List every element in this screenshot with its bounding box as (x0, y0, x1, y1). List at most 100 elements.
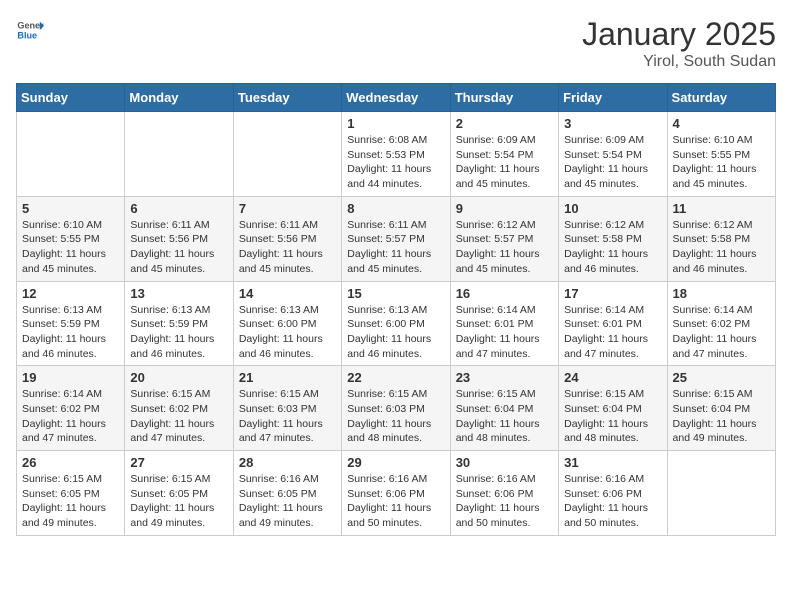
day-number: 15 (347, 286, 444, 301)
day-info: Sunrise: 6:08 AM Sunset: 5:53 PM Dayligh… (347, 133, 444, 192)
day-info: Sunrise: 6:11 AM Sunset: 5:57 PM Dayligh… (347, 218, 444, 277)
calendar-cell: 24Sunrise: 6:15 AM Sunset: 6:04 PM Dayli… (559, 366, 667, 451)
day-info: Sunrise: 6:11 AM Sunset: 5:56 PM Dayligh… (130, 218, 227, 277)
day-number: 8 (347, 201, 444, 216)
day-number: 22 (347, 370, 444, 385)
day-info: Sunrise: 6:15 AM Sunset: 6:04 PM Dayligh… (564, 387, 661, 446)
calendar-cell (667, 451, 775, 536)
day-number: 30 (456, 455, 553, 470)
day-number: 11 (673, 201, 770, 216)
day-number: 3 (564, 116, 661, 131)
calendar-cell: 30 Sunrise: 6:16 AM Sunset: 6:06 PM Dayli… (450, 451, 558, 536)
calendar-cell: 23Sunrise: 6:15 AM Sunset: 6:04 PM Dayli… (450, 366, 558, 451)
day-info: Sunrise: 6:16 AM Sunset: 6:06 PM Dayligh… (564, 472, 661, 531)
weekday-header-wednesday: Wednesday (342, 84, 450, 112)
day-number: 12 (22, 286, 119, 301)
calendar-cell: 20 Sunrise: 6:15 AM Sunset: 6:02 PM Dayli… (125, 366, 233, 451)
day-number: 20 (130, 370, 227, 385)
day-number: 27 (130, 455, 227, 470)
day-info: Sunrise: 6:13 AM Sunset: 6:00 PM Dayligh… (347, 303, 444, 362)
week-row-3: 12 Sunrise: 6:13 AM Sunset: 5:59 PM Dayli… (17, 281, 776, 366)
day-number: 4 (673, 116, 770, 131)
day-info: Sunrise: 6:09 AM Sunset: 5:54 PM Dayligh… (564, 133, 661, 192)
calendar-table: SundayMondayTuesdayWednesdayThursdayFrid… (16, 83, 776, 536)
logo-icon: General Blue (16, 16, 44, 44)
day-number: 29 (347, 455, 444, 470)
day-info: Sunrise: 6:15 AM Sunset: 6:05 PM Dayligh… (22, 472, 119, 531)
day-info: Sunrise: 6:12 AM Sunset: 5:58 PM Dayligh… (564, 218, 661, 277)
day-info: Sunrise: 6:10 AM Sunset: 5:55 PM Dayligh… (22, 218, 119, 277)
weekday-header-row: SundayMondayTuesdayWednesdayThursdayFrid… (17, 84, 776, 112)
calendar-cell: 27 Sunrise: 6:15 AM Sunset: 6:05 PM Dayli… (125, 451, 233, 536)
day-number: 13 (130, 286, 227, 301)
calendar-subtitle: Yirol, South Sudan (582, 53, 776, 71)
day-number: 31 (564, 455, 661, 470)
logo: General Blue (16, 16, 44, 44)
calendar-cell: 18 Sunrise: 6:14 AM Sunset: 6:02 PM Dayli… (667, 281, 775, 366)
day-info: Sunrise: 6:16 AM Sunset: 6:06 PM Dayligh… (347, 472, 444, 531)
day-info: Sunrise: 6:15 AM Sunset: 6:05 PM Dayligh… (130, 472, 227, 531)
day-info: Sunrise: 6:10 AM Sunset: 5:55 PM Dayligh… (673, 133, 770, 192)
day-number: 7 (239, 201, 336, 216)
day-number: 17 (564, 286, 661, 301)
calendar-cell: 1 Sunrise: 6:08 AM Sunset: 5:53 PM Daylig… (342, 112, 450, 197)
day-number: 16 (456, 286, 553, 301)
calendar-cell: 12 Sunrise: 6:13 AM Sunset: 5:59 PM Dayli… (17, 281, 125, 366)
calendar-cell: 26 Sunrise: 6:15 AM Sunset: 6:05 PM Dayli… (17, 451, 125, 536)
calendar-cell: 25Sunrise: 6:15 AM Sunset: 6:04 PM Dayli… (667, 366, 775, 451)
calendar-cell: 10Sunrise: 6:12 AM Sunset: 5:58 PM Dayli… (559, 196, 667, 281)
calendar-cell: 2 Sunrise: 6:09 AM Sunset: 5:54 PM Daylig… (450, 112, 558, 197)
calendar-cell: 22 Sunrise: 6:15 AM Sunset: 6:03 PM Dayli… (342, 366, 450, 451)
svg-text:Blue: Blue (17, 30, 37, 40)
day-info: Sunrise: 6:12 AM Sunset: 5:57 PM Dayligh… (456, 218, 553, 277)
day-number: 28 (239, 455, 336, 470)
calendar-cell: 7 Sunrise: 6:11 AM Sunset: 5:56 PM Daylig… (233, 196, 341, 281)
calendar-cell: 17 Sunrise: 6:14 AM Sunset: 6:01 PM Dayli… (559, 281, 667, 366)
day-number: 1 (347, 116, 444, 131)
day-info: Sunrise: 6:14 AM Sunset: 6:01 PM Dayligh… (456, 303, 553, 362)
title-block: January 2025 Yirol, South Sudan (582, 16, 776, 71)
calendar-cell: 29 Sunrise: 6:16 AM Sunset: 6:06 PM Dayli… (342, 451, 450, 536)
calendar-cell: 9 Sunrise: 6:12 AM Sunset: 5:57 PM Daylig… (450, 196, 558, 281)
day-info: Sunrise: 6:15 AM Sunset: 6:03 PM Dayligh… (239, 387, 336, 446)
weekday-header-saturday: Saturday (667, 84, 775, 112)
day-info: Sunrise: 6:09 AM Sunset: 5:54 PM Dayligh… (456, 133, 553, 192)
day-number: 26 (22, 455, 119, 470)
day-info: Sunrise: 6:14 AM Sunset: 6:02 PM Dayligh… (673, 303, 770, 362)
page-header: General Blue January 2025 Yirol, South S… (16, 16, 776, 71)
day-info: Sunrise: 6:16 AM Sunset: 6:05 PM Dayligh… (239, 472, 336, 531)
day-number: 2 (456, 116, 553, 131)
week-row-2: 5 Sunrise: 6:10 AM Sunset: 5:55 PM Daylig… (17, 196, 776, 281)
calendar-cell: 14 Sunrise: 6:13 AM Sunset: 6:00 PM Dayli… (233, 281, 341, 366)
weekday-header-tuesday: Tuesday (233, 84, 341, 112)
calendar-cell: 28 Sunrise: 6:16 AM Sunset: 6:05 PM Dayli… (233, 451, 341, 536)
calendar-title: January 2025 (582, 16, 776, 53)
calendar-cell: 15 Sunrise: 6:13 AM Sunset: 6:00 PM Dayli… (342, 281, 450, 366)
day-info: Sunrise: 6:15 AM Sunset: 6:02 PM Dayligh… (130, 387, 227, 446)
day-info: Sunrise: 6:14 AM Sunset: 6:02 PM Dayligh… (22, 387, 119, 446)
calendar-cell: 16 Sunrise: 6:14 AM Sunset: 6:01 PM Dayli… (450, 281, 558, 366)
calendar-cell: 8 Sunrise: 6:11 AM Sunset: 5:57 PM Daylig… (342, 196, 450, 281)
day-number: 18 (673, 286, 770, 301)
weekday-header-monday: Monday (125, 84, 233, 112)
day-info: Sunrise: 6:11 AM Sunset: 5:56 PM Dayligh… (239, 218, 336, 277)
calendar-cell: 3 Sunrise: 6:09 AM Sunset: 5:54 PM Daylig… (559, 112, 667, 197)
day-info: Sunrise: 6:13 AM Sunset: 5:59 PM Dayligh… (22, 303, 119, 362)
day-info: Sunrise: 6:15 AM Sunset: 6:03 PM Dayligh… (347, 387, 444, 446)
day-info: Sunrise: 6:16 AM Sunset: 6:06 PM Dayligh… (456, 472, 553, 531)
week-row-5: 26 Sunrise: 6:15 AM Sunset: 6:05 PM Dayli… (17, 451, 776, 536)
day-info: Sunrise: 6:14 AM Sunset: 6:01 PM Dayligh… (564, 303, 661, 362)
day-number: 5 (22, 201, 119, 216)
day-number: 21 (239, 370, 336, 385)
weekday-header-friday: Friday (559, 84, 667, 112)
day-info: Sunrise: 6:13 AM Sunset: 6:00 PM Dayligh… (239, 303, 336, 362)
day-number: 23 (456, 370, 553, 385)
weekday-header-sunday: Sunday (17, 84, 125, 112)
calendar-cell: 11Sunrise: 6:12 AM Sunset: 5:58 PM Dayli… (667, 196, 775, 281)
weekday-header-thursday: Thursday (450, 84, 558, 112)
day-number: 14 (239, 286, 336, 301)
week-row-1: 1 Sunrise: 6:08 AM Sunset: 5:53 PM Daylig… (17, 112, 776, 197)
day-number: 9 (456, 201, 553, 216)
day-number: 19 (22, 370, 119, 385)
day-number: 25 (673, 370, 770, 385)
